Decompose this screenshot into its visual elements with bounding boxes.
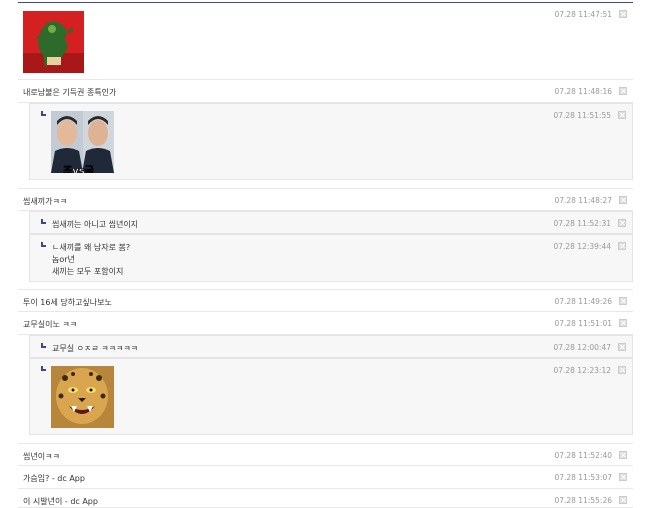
comment-text: 씹새끼가ㅋㅋ xyxy=(23,197,68,206)
reply-row: 조vs국 07.28 11:51:55 xyxy=(29,103,633,180)
reply-arrow-icon xyxy=(41,242,46,247)
delete-icon[interactable] xyxy=(619,473,627,481)
comment-date: 07.28 12:39:44 xyxy=(553,242,611,251)
reply-row: 07.28 12:23:12 xyxy=(29,358,633,435)
reply-arrow-icon xyxy=(41,343,46,348)
reply-row: 교무실 ㅇㅈㄹ ㅋㅋㅋㅋㅋ 07.28 12:00:47 xyxy=(29,335,633,358)
comment-row: 가슴임? - dc App 07.28 11:53:07 xyxy=(18,466,633,489)
reply-arrow-icon xyxy=(41,219,46,224)
delete-icon[interactable] xyxy=(619,10,627,18)
comment-date: 07.28 11:55:26 xyxy=(554,496,612,505)
comment-date: 07.28 12:00:47 xyxy=(553,343,611,352)
reply-arrow-icon xyxy=(41,111,46,116)
delete-icon[interactable] xyxy=(619,196,627,204)
reply-arrow-icon xyxy=(41,366,46,371)
delete-icon[interactable] xyxy=(618,219,626,227)
comment-date: 07.28 11:52:40 xyxy=(554,451,612,460)
comment-date: 07.28 11:51:55 xyxy=(553,111,611,120)
reply-text: ㄴ새끼를 왜 남자로 봄? 놈or년 새끼는 모두 포함이지 xyxy=(52,243,131,276)
comment-date: 07.28 11:51:01 xyxy=(554,319,612,328)
delete-icon[interactable] xyxy=(618,343,626,351)
reply-image[interactable]: 조vs국 xyxy=(51,111,114,173)
delete-icon[interactable] xyxy=(619,319,627,327)
reply-image[interactable] xyxy=(51,366,114,428)
comment-row: 투이 16세 당하고싶나보노 07.28 11:49:26 xyxy=(18,289,633,312)
comment-date: 07.28 11:48:27 xyxy=(554,196,612,205)
comment-row: 씹새끼가ㅋㅋ 07.28 11:48:27 xyxy=(18,188,633,211)
comment-row: 07.28 11:47:51 xyxy=(18,3,633,80)
comment-text: 가슴임? - dc App xyxy=(23,474,85,483)
comment-text: 교무실이노 ㅋㅋ xyxy=(23,320,78,329)
delete-icon[interactable] xyxy=(619,496,627,504)
comment-row: 씹년이ㅋㅋ 07.28 11:52:40 xyxy=(18,443,633,466)
comment-date: 07.28 11:47:51 xyxy=(554,10,612,19)
comment-date: 07.28 11:53:07 xyxy=(554,473,612,482)
delete-icon[interactable] xyxy=(618,366,626,374)
reply-row: 씹새끼는 아니고 씹년이지 07.28 11:52:31 xyxy=(29,211,633,234)
comment-text: 투이 16세 당하고싶나보노 xyxy=(23,298,112,307)
comment-text: 씹년이ㅋㅋ xyxy=(23,452,60,461)
delete-icon[interactable] xyxy=(618,242,626,250)
delete-icon[interactable] xyxy=(619,297,627,305)
comment-text: 내로남불은 기득권 종특인가 xyxy=(23,88,117,97)
comment-row: 교무실이노 ㅋㅋ 07.28 11:51:01 xyxy=(18,312,633,335)
comment-date: 07.28 11:48:16 xyxy=(554,87,612,96)
delete-icon[interactable] xyxy=(619,451,627,459)
reply-row: ㄴ새끼를 왜 남자로 봄? 놈or년 새끼는 모두 포함이지 07.28 12:… xyxy=(29,234,633,282)
comment-text: 이 시발년이 - dc App xyxy=(23,497,98,506)
reply-text: 씹새끼는 아니고 씹년이지 xyxy=(52,220,139,229)
comment-row: 이 시발년이 - dc App 07.28 11:55:26 xyxy=(18,489,633,508)
comment-date: 07.28 11:52:31 xyxy=(553,219,611,228)
image-caption: 조vs국 xyxy=(63,166,94,173)
delete-icon[interactable] xyxy=(619,87,627,95)
comment-image[interactable] xyxy=(23,11,84,73)
comment-date: 07.28 11:49:26 xyxy=(554,297,612,306)
comment-row: 내로남불은 기득권 종특인가 07.28 11:48:16 xyxy=(18,80,633,103)
reply-text: 교무실 ㅇㅈㄹ ㅋㅋㅋㅋㅋ xyxy=(52,344,139,353)
comment-date: 07.28 12:23:12 xyxy=(553,366,611,375)
delete-icon[interactable] xyxy=(618,111,626,119)
